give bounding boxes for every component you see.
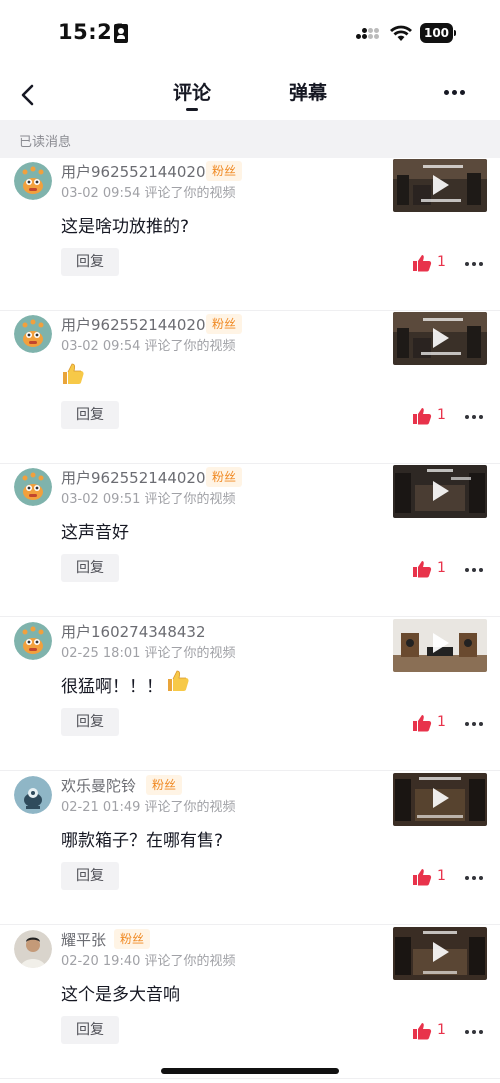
wifi-icon xyxy=(390,25,412,41)
fan-badge: 粉丝 xyxy=(206,467,243,487)
username[interactable]: 用户962552144020 xyxy=(61,467,206,488)
username[interactable]: 耀平张 xyxy=(61,929,106,950)
like-icon[interactable] xyxy=(412,254,432,272)
more-options-icon[interactable] xyxy=(444,90,466,96)
comment-meta: 03-02 09:54 评论了你的视频 xyxy=(61,186,236,201)
video-thumbnail[interactable] xyxy=(393,619,487,672)
like-count: 1 xyxy=(437,714,446,730)
comment-text: 哪款箱子？在哪有售? xyxy=(61,831,224,851)
comment-text: 这声音好 xyxy=(61,523,129,543)
video-thumbnail[interactable] xyxy=(393,465,487,518)
fan-badge: 粉丝 xyxy=(146,775,183,795)
item-more-icon[interactable] xyxy=(465,568,483,573)
reply-button[interactable]: 回复 xyxy=(61,862,119,890)
item-more-icon[interactable] xyxy=(465,722,483,727)
username[interactable]: 欢乐曼陀铃 xyxy=(61,775,136,796)
username[interactable]: 用户962552144020 xyxy=(61,161,206,182)
thumbs-up-icon xyxy=(63,363,84,384)
video-thumbnail[interactable] xyxy=(393,312,487,365)
reply-button[interactable]: 回复 xyxy=(61,554,119,582)
home-indicator[interactable] xyxy=(161,1068,339,1074)
tab-active-indicator xyxy=(186,108,198,111)
comment-meta: 02-20 19:40 评论了你的视频 xyxy=(61,954,236,969)
nav-bar: 评论 弹幕 xyxy=(0,66,500,120)
avatar[interactable] xyxy=(14,776,52,814)
fan-badge: 粉丝 xyxy=(114,929,151,949)
like-icon[interactable] xyxy=(412,868,432,886)
list-item[interactable]: 耀平张 粉丝 02-20 19:40 评论了你的视频 这个是多大音响 回复 1 xyxy=(0,926,500,1079)
list-item[interactable]: 用户962552144020 粉丝 03-02 09:54 评论了你的视频 这是… xyxy=(0,158,500,311)
like-icon[interactable] xyxy=(412,407,432,425)
like-count: 1 xyxy=(437,254,446,270)
item-more-icon[interactable] xyxy=(465,876,483,881)
read-messages-header: 已读消息 xyxy=(0,120,500,158)
thumbs-up-icon xyxy=(168,670,189,691)
comment-text: 这个是多大音响 xyxy=(61,985,180,1005)
avatar[interactable] xyxy=(14,930,52,968)
list-item[interactable]: 用户160274348432 02-25 18:01 评论了你的视频 很猛啊！！… xyxy=(0,618,500,771)
username[interactable]: 用户160274348432 xyxy=(61,621,206,642)
item-more-icon[interactable] xyxy=(465,415,483,420)
like-icon[interactable] xyxy=(412,1022,432,1040)
like-count: 1 xyxy=(437,407,446,423)
reply-button[interactable]: 回复 xyxy=(61,1016,119,1044)
avatar[interactable] xyxy=(14,622,52,660)
comment-text: 这是啥功放推的? xyxy=(61,217,190,237)
back-arrow-icon[interactable] xyxy=(18,82,40,108)
item-more-icon[interactable] xyxy=(465,262,483,267)
comment-meta: 03-02 09:51 评论了你的视频 xyxy=(61,492,236,507)
comment-meta: 02-21 01:49 评论了你的视频 xyxy=(61,800,236,815)
reply-button[interactable]: 回复 xyxy=(61,401,119,429)
video-thumbnail[interactable] xyxy=(393,927,487,980)
fan-badge: 粉丝 xyxy=(206,314,243,334)
status-bar: 15:21 100 xyxy=(0,0,500,66)
battery-icon: 100 xyxy=(420,23,456,43)
tab-danmaku[interactable]: 弹幕 xyxy=(289,78,327,105)
battery-level: 100 xyxy=(420,23,453,43)
read-messages-label: 已读消息 xyxy=(19,135,72,150)
list-item[interactable]: 用户962552144020 粉丝 03-02 09:51 评论了你的视频 这声… xyxy=(0,464,500,617)
like-count: 1 xyxy=(437,1022,446,1038)
comment-meta: 02-25 18:01 评论了你的视频 xyxy=(61,646,236,661)
fan-badge: 粉丝 xyxy=(206,161,243,181)
reply-button[interactable]: 回复 xyxy=(61,248,119,276)
avatar[interactable] xyxy=(14,162,52,200)
comment-meta: 03-02 09:54 评论了你的视频 xyxy=(61,339,236,354)
cellular-signal-icon xyxy=(356,26,380,42)
list-item[interactable]: 欢乐曼陀铃 粉丝 02-21 01:49 评论了你的视频 哪款箱子？在哪有售? … xyxy=(0,772,500,925)
id-card-icon xyxy=(114,24,128,43)
comment-text: 很猛啊！！！ xyxy=(61,677,163,697)
tab-comments[interactable]: 评论 xyxy=(173,78,211,105)
item-more-icon[interactable] xyxy=(465,1030,483,1035)
avatar[interactable] xyxy=(14,468,52,506)
like-count: 1 xyxy=(437,868,446,884)
list-item[interactable]: 用户962552144020 粉丝 03-02 09:54 评论了你的视频 回复… xyxy=(0,311,500,464)
avatar[interactable] xyxy=(14,315,52,353)
like-icon[interactable] xyxy=(412,714,432,732)
like-count: 1 xyxy=(437,560,446,576)
video-thumbnail[interactable] xyxy=(393,159,487,212)
like-icon[interactable] xyxy=(412,560,432,578)
video-thumbnail[interactable] xyxy=(393,773,487,826)
username[interactable]: 用户962552144020 xyxy=(61,314,206,335)
reply-button[interactable]: 回复 xyxy=(61,708,119,736)
